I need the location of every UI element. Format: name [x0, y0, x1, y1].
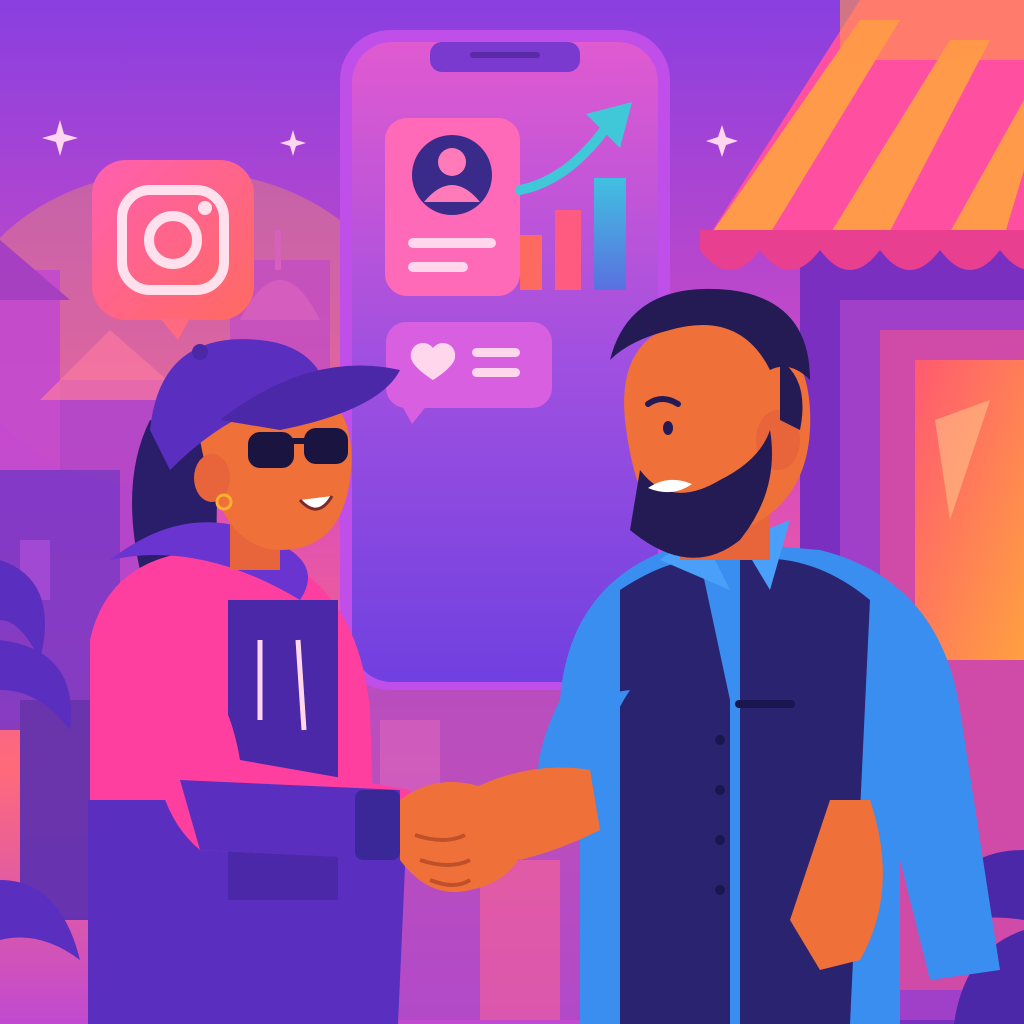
shop-window	[915, 360, 1024, 660]
profile-card-icon	[385, 118, 520, 296]
chart-bar	[555, 210, 581, 290]
instagram-icon	[92, 160, 254, 340]
illustration-scene	[0, 0, 1024, 1024]
chart-bar	[520, 235, 542, 290]
chart-bar	[594, 178, 626, 290]
